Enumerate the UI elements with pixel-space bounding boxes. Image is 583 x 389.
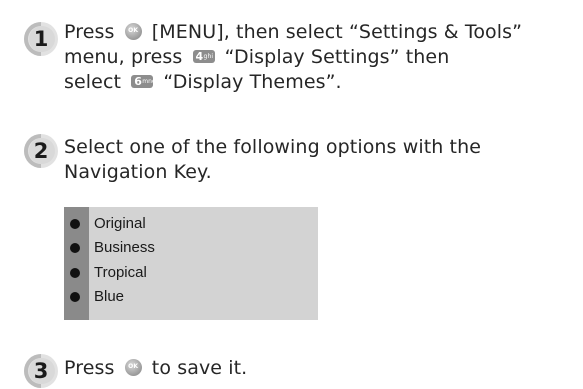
option-blue: Blue	[64, 285, 318, 309]
step-number-badge-icon: 1	[23, 21, 59, 57]
option-tropical: Tropical	[64, 261, 318, 285]
option-label: Original	[94, 215, 146, 232]
bullet-icon	[70, 292, 80, 302]
bullet-icon	[70, 219, 80, 229]
options-list: Original Business Tropical Blue	[64, 207, 318, 320]
step-1-line-1: Press OK [MENU], then select “Settings &…	[64, 21, 523, 43]
step-2-line-2: Navigation Key.	[64, 161, 212, 183]
step-1-line-2: menu, press 4 ghi “Display Settings” then	[64, 46, 450, 68]
step-3-line-1: Press OK to save it.	[64, 357, 248, 379]
step-2-line-1: Select one of the following options with…	[64, 136, 482, 158]
ok-key-icon: OK	[124, 359, 142, 376]
step-number-badge-icon: 2	[23, 133, 59, 169]
step-1-text: Press OK [MENU], then select “Settings &…	[64, 20, 522, 95]
option-original: Original	[64, 212, 318, 236]
step-number: 1	[33, 27, 49, 51]
step-number: 2	[33, 139, 49, 163]
step-2-text: Select one of the following options with…	[64, 135, 481, 185]
number-key-6-icon: 6 mno	[131, 75, 156, 88]
step-number: 3	[33, 359, 49, 383]
bullet-icon	[70, 268, 80, 278]
option-label: Business	[94, 239, 155, 256]
step-3-text: Press OK to save it.	[64, 356, 247, 381]
option-business: Business	[64, 236, 318, 260]
option-label: Tropical	[94, 264, 147, 281]
step-number-badge-icon: 3	[23, 353, 59, 389]
ok-key-icon: OK	[124, 23, 142, 40]
bullet-icon	[70, 243, 80, 253]
step-1-line-3: select 6 mno “Display Themes”.	[64, 71, 342, 93]
option-label: Blue	[94, 288, 125, 305]
number-key-4-icon: 4 ghi	[192, 50, 215, 63]
